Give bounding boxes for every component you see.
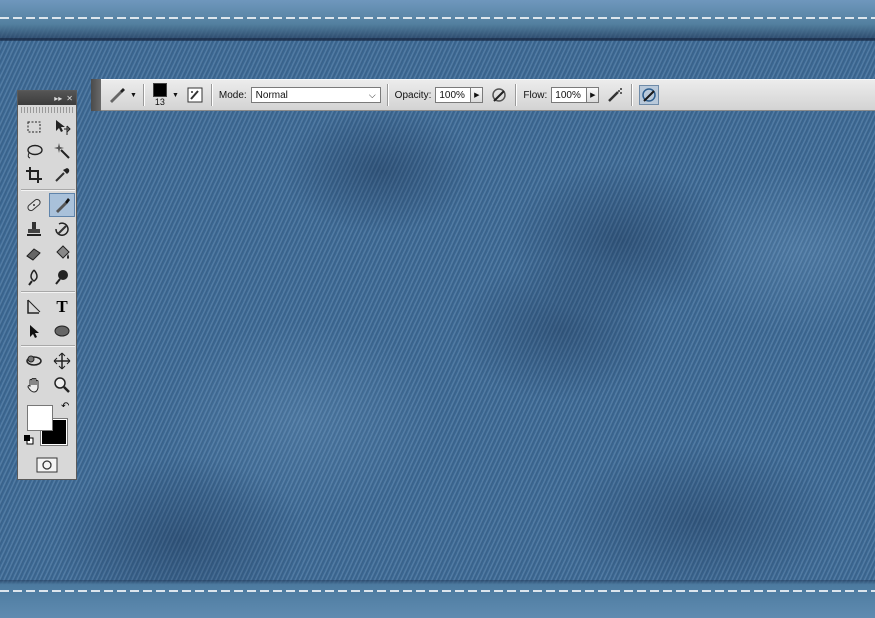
opacity-label: Opacity: xyxy=(394,89,432,101)
tool-magic-wand[interactable] xyxy=(49,139,75,163)
blur-icon xyxy=(28,269,38,286)
3d-pan-icon xyxy=(53,352,71,370)
hand-icon xyxy=(27,378,39,393)
tablet-pressure-opacity-button[interactable] xyxy=(489,85,509,105)
tool-healing-brush[interactable] xyxy=(21,193,47,217)
magic-wand-icon xyxy=(54,143,70,159)
tablet-pressure-size-button[interactable] xyxy=(639,85,660,105)
divider xyxy=(515,84,518,106)
default-colors-icon[interactable] xyxy=(24,435,34,445)
brush-icon xyxy=(56,198,70,213)
tools-panel-grip[interactable] xyxy=(21,107,73,113)
color-swatches: ↶ xyxy=(21,401,73,451)
tool-rectangular-marquee[interactable] xyxy=(21,115,47,139)
tool-3d-pan[interactable] xyxy=(49,349,75,373)
ellipse-icon xyxy=(54,325,70,337)
opacity-slider-toggle[interactable]: ▶ xyxy=(471,87,484,103)
options-bar-grip[interactable] xyxy=(91,79,101,111)
pen-icon xyxy=(27,299,41,314)
tool-eraser[interactable] xyxy=(21,241,47,265)
tools-panel-header[interactable]: ▸▸ ✕ xyxy=(18,91,76,105)
top-stitch-line xyxy=(0,17,875,19)
options-bar: ▼ 13 ▼ Mode: Normal ⌵ Opacity: 100% ▶ Fl… xyxy=(91,79,875,111)
dodge-icon xyxy=(55,270,68,285)
tool-history-brush[interactable] xyxy=(49,217,75,241)
pressure-pen-icon xyxy=(492,88,507,102)
chevron-down-icon: ▼ xyxy=(171,91,179,99)
airbrush-button[interactable] xyxy=(605,85,625,105)
mode-label: Mode: xyxy=(218,89,247,101)
tool-eyedropper[interactable] xyxy=(49,163,75,187)
mode-select[interactable]: Normal ⌵ xyxy=(250,87,381,103)
divider xyxy=(210,84,213,106)
tool-zoom[interactable] xyxy=(49,373,75,397)
foreground-color-swatch[interactable] xyxy=(27,405,53,431)
tool-crop[interactable] xyxy=(21,163,47,187)
tool-divider xyxy=(21,189,75,191)
tool-brush[interactable] xyxy=(49,193,75,217)
divider xyxy=(386,84,389,106)
tool-clone-stamp[interactable] xyxy=(21,217,47,241)
tool-pen[interactable] xyxy=(21,295,47,319)
eyedropper-icon xyxy=(55,168,70,182)
chevron-down-icon: ▼ xyxy=(130,91,137,99)
brush-size-label: 13 xyxy=(154,97,165,107)
chevron-right-icon: ▶ xyxy=(590,92,596,99)
crop-icon xyxy=(26,167,42,183)
tool-blur[interactable] xyxy=(21,265,47,289)
quick-mask-icon xyxy=(36,457,58,473)
flow-slider-toggle[interactable]: ▶ xyxy=(587,87,600,103)
arrow-icon xyxy=(30,325,39,338)
move-icon xyxy=(56,120,71,135)
lasso-icon xyxy=(27,144,43,159)
brush-tip-icon xyxy=(152,83,167,97)
brush-panel-icon xyxy=(187,87,203,103)
pressure-size-icon xyxy=(642,88,657,102)
tool-preset-picker[interactable]: ▼ xyxy=(107,86,137,104)
quick-mask-button[interactable] xyxy=(18,457,76,473)
tools-panel: ▸▸ ✕ T ↶ xyxy=(17,90,77,480)
denim-top-seam xyxy=(0,0,875,41)
flow-label: Flow: xyxy=(523,89,548,101)
3d-rotate-icon xyxy=(26,355,42,366)
divider xyxy=(142,84,145,106)
bottom-stitch-line xyxy=(0,590,875,592)
brush-icon xyxy=(110,88,125,103)
tool-dodge[interactable] xyxy=(49,265,75,289)
eraser-icon xyxy=(26,248,41,261)
divider xyxy=(631,84,634,106)
chevron-down-icon: ⌵ xyxy=(368,89,376,100)
tool-path-selection[interactable] xyxy=(21,319,47,343)
airbrush-icon xyxy=(608,88,623,102)
tool-divider xyxy=(21,345,75,347)
close-icon[interactable]: ✕ xyxy=(66,94,73,103)
tool-3d-rotate[interactable] xyxy=(21,349,47,373)
opacity-input[interactable]: 100% xyxy=(435,87,472,103)
brush-panel-toggle[interactable] xyxy=(185,85,205,105)
type-icon: T xyxy=(56,297,68,316)
denim-bottom-seam xyxy=(0,580,875,618)
stamp-icon xyxy=(27,222,41,236)
tool-hand[interactable] xyxy=(21,373,47,397)
flow-input[interactable]: 100% xyxy=(551,87,588,103)
brush-preset-picker[interactable]: 13 ▼ xyxy=(151,83,179,107)
bucket-icon xyxy=(56,245,70,259)
history-brush-icon xyxy=(55,222,69,236)
tool-type[interactable]: T xyxy=(49,295,75,319)
marquee-icon xyxy=(27,121,41,133)
tool-paint-bucket[interactable] xyxy=(49,241,75,265)
collapse-icon[interactable]: ▸▸ xyxy=(54,94,62,103)
tool-move[interactable] xyxy=(49,115,75,139)
chevron-right-icon: ▶ xyxy=(474,92,480,99)
bandage-icon xyxy=(27,198,41,212)
tool-divider xyxy=(21,291,75,293)
zoom-icon xyxy=(54,377,70,393)
mode-value: Normal xyxy=(255,89,288,101)
tool-lasso[interactable] xyxy=(21,139,47,163)
swap-colors-icon[interactable]: ↶ xyxy=(61,401,69,412)
tool-ellipse[interactable] xyxy=(49,319,75,343)
